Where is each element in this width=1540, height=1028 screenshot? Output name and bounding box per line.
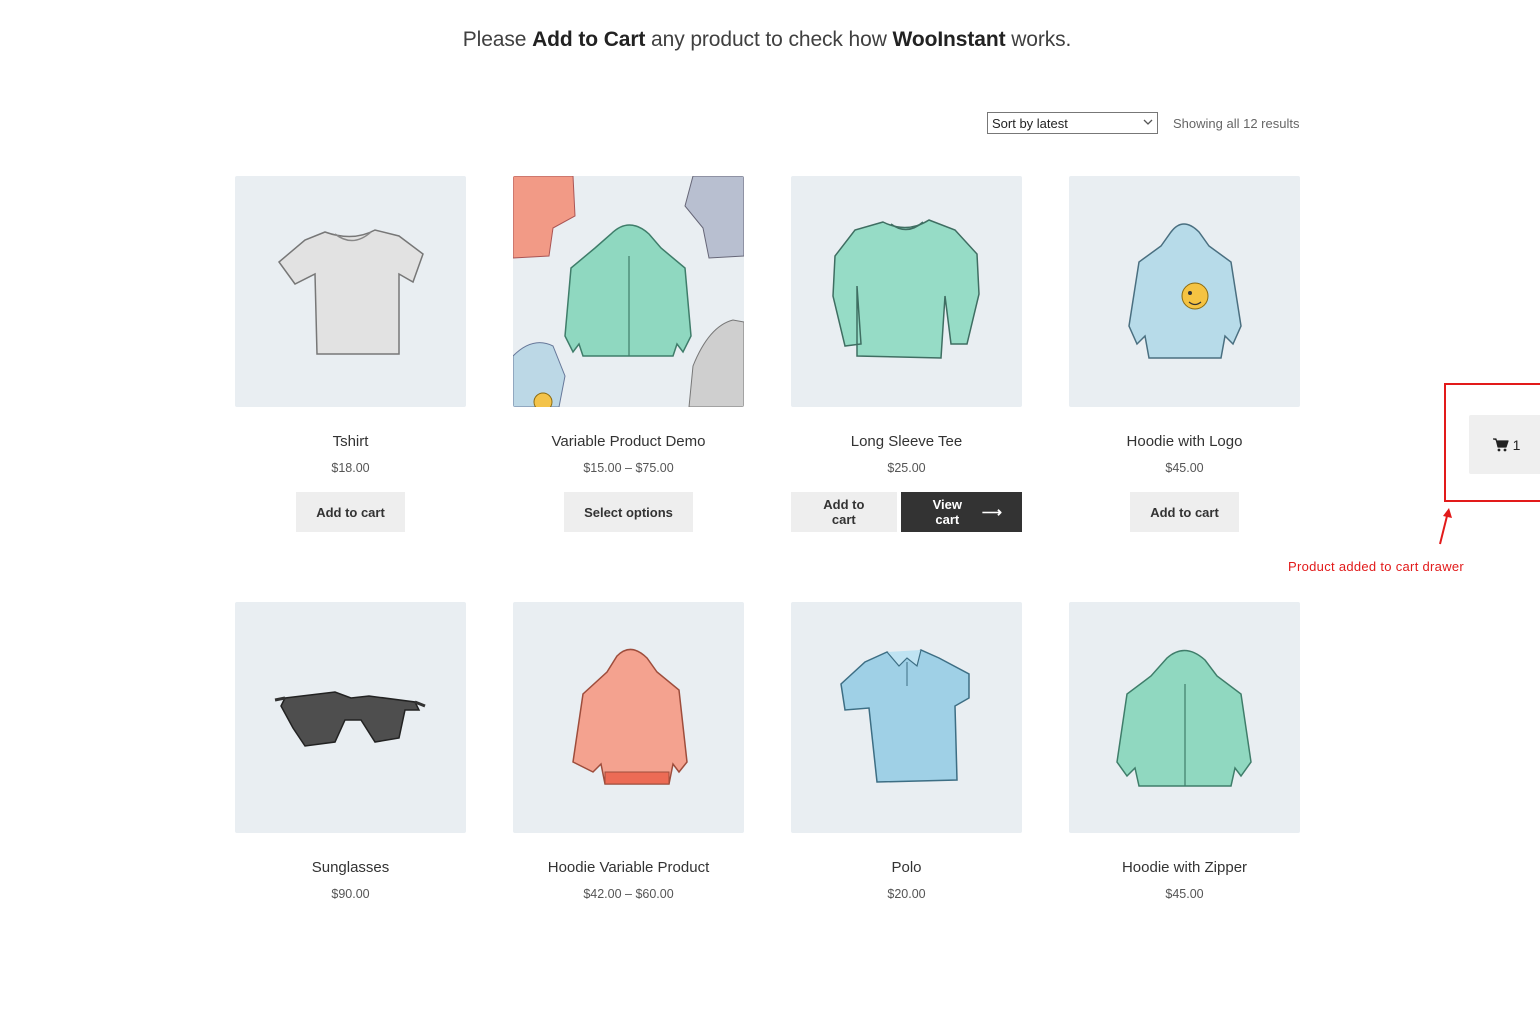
- product-price: $45.00: [1165, 461, 1204, 475]
- product-name[interactable]: Sunglasses: [235, 859, 466, 876]
- product-price: $45.00: [1165, 887, 1204, 901]
- product-price: $20.00: [887, 887, 926, 901]
- annotation-text: Product added to cart drawer: [1288, 559, 1465, 574]
- product-card: Variable Product Demo $15.00 – $75.00 Se…: [513, 176, 744, 602]
- red-hoodie-image[interactable]: [513, 602, 744, 833]
- view-cart-button[interactable]: View cart ⟶: [900, 492, 1022, 532]
- cart-count: 1: [1512, 436, 1521, 453]
- product-name[interactable]: Hoodie Variable Product: [513, 859, 744, 876]
- product-name[interactable]: Polo: [791, 859, 1022, 876]
- product-card: Hoodie Variable Product $42.00 – $60.00: [513, 602, 744, 1028]
- zip-hoodie-image[interactable]: [1069, 602, 1300, 833]
- product-card: Polo $20.00: [791, 602, 1022, 1028]
- product-card: Long Sleeve Tee $25.00 Add to cart View …: [791, 176, 1022, 602]
- sort-select-value: Sort by latest: [992, 115, 1068, 131]
- chevron-down-icon: [1143, 118, 1153, 129]
- page-headline: Please Add to Cart any product to check …: [0, 28, 1534, 52]
- headline-text: works.: [1005, 28, 1072, 51]
- product-price: $90.00: [331, 887, 370, 901]
- product-card: Tshirt $18.00 Add to cart: [235, 176, 466, 602]
- add-to-cart-button[interactable]: Add to cart: [1130, 492, 1239, 532]
- add-to-cart-button[interactable]: Add to cart: [296, 492, 405, 532]
- arrow-right-icon: ⟶: [981, 503, 1002, 520]
- product-card: Hoodie with Zipper $45.00: [1069, 602, 1300, 1028]
- product-name[interactable]: Hoodie with Logo: [1069, 433, 1300, 450]
- product-name[interactable]: Hoodie with Zipper: [1069, 859, 1300, 876]
- annotation-arrow-icon: [1439, 508, 1452, 545]
- view-cart-label: View cart: [932, 497, 962, 527]
- hoodie-pattern-image[interactable]: [513, 176, 744, 407]
- tshirt-image[interactable]: [235, 176, 466, 407]
- headline-text: Please: [462, 28, 533, 51]
- product-grid: Tshirt $18.00 Add to cart Variable Produ…: [235, 176, 1300, 1028]
- headline-add-to-cart: Add to Cart: [532, 28, 646, 51]
- product-price: $25.00: [887, 461, 926, 475]
- product-card: Sunglasses $90.00: [235, 602, 466, 1028]
- product-card: Hoodie with Logo $45.00 Add to cart: [1069, 176, 1300, 602]
- shop-toolbar: Sort by latest Showing all 12 results: [987, 112, 1299, 134]
- product-price: $15.00 – $75.00: [583, 461, 674, 475]
- headline-text: any product to check how: [645, 28, 893, 51]
- select-options-button[interactable]: Select options: [564, 492, 693, 532]
- product-name[interactable]: Variable Product Demo: [513, 433, 744, 450]
- hoodie-logo-image[interactable]: [1069, 176, 1300, 407]
- polo-image[interactable]: [791, 602, 1022, 833]
- headline-wooinstant: WooInstant: [892, 28, 1006, 51]
- sunglasses-image[interactable]: [235, 602, 466, 833]
- result-count: Showing all 12 results: [1173, 115, 1300, 131]
- cart-drawer-button[interactable]: 1: [1469, 415, 1540, 474]
- product-name[interactable]: Tshirt: [235, 433, 466, 450]
- sort-select[interactable]: Sort by latest: [987, 112, 1158, 134]
- cart-icon: [1492, 437, 1509, 452]
- long-sleeve-tee-image[interactable]: [791, 176, 1022, 407]
- add-to-cart-button[interactable]: Add to cart: [791, 492, 897, 532]
- product-price: $18.00: [331, 461, 370, 475]
- product-price: $42.00 – $60.00: [583, 887, 674, 901]
- product-name[interactable]: Long Sleeve Tee: [791, 433, 1022, 450]
